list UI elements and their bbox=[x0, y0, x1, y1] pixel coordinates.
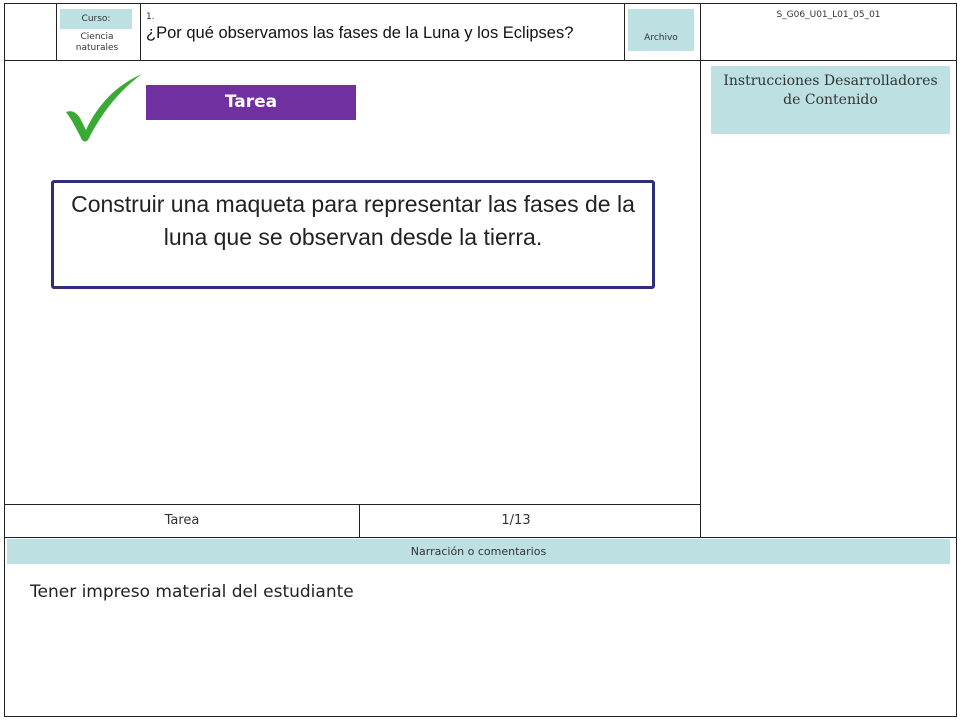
slide-code: S_G06_U01_L01_05_01 bbox=[776, 10, 881, 20]
instructions-title: Instrucciones Desarrolladores de Conteni… bbox=[711, 66, 950, 134]
file-label: Archivo bbox=[628, 9, 694, 51]
narration-area bbox=[4, 537, 957, 717]
footer-task-label: Tarea bbox=[164, 513, 200, 528]
section-label: Tarea bbox=[146, 85, 356, 120]
course-label: Curso: bbox=[60, 9, 132, 29]
course-name: Ciencia naturales bbox=[75, 32, 119, 53]
narration-text: Tener impreso material del estudiante bbox=[30, 582, 354, 602]
checkmark-icon bbox=[66, 74, 142, 142]
page-indicator: 1/13 bbox=[501, 513, 531, 528]
lesson-title: ¿Por qué observamos las fases de la Luna… bbox=[146, 24, 574, 42]
lesson-number: 1. bbox=[146, 12, 155, 22]
narration-label: Narración o comentarios bbox=[7, 539, 950, 564]
task-text: Construir una maqueta para representar l… bbox=[71, 191, 635, 250]
header-empty-cell bbox=[4, 3, 57, 61]
